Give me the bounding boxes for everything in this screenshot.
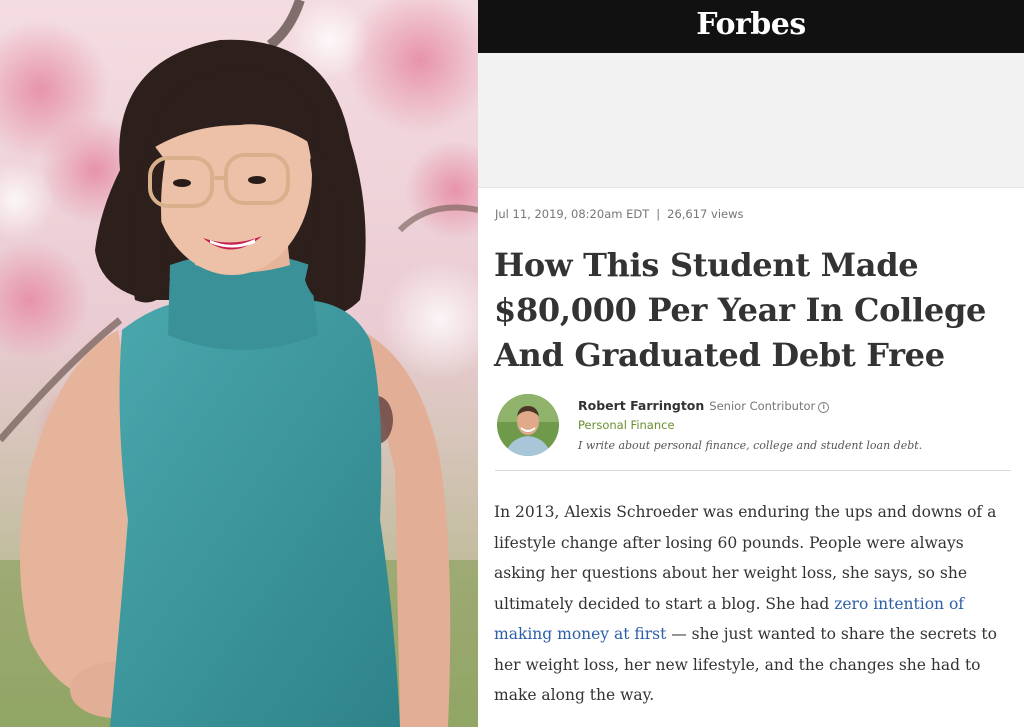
masthead: Forbes — [478, 0, 1024, 53]
author-role: Senior Contributor — [709, 399, 816, 413]
article-paragraph: In 2013, Alexis Schroeder was enduring t… — [494, 497, 1019, 711]
meta-separator: | — [656, 207, 661, 221]
author-byline: Robert Farrington Senior Contributor i — [578, 398, 830, 413]
author-avatar[interactable] — [497, 394, 559, 456]
feature-photo — [0, 0, 478, 727]
article-pane: Forbes Jul 11, 2019, 08:20am EDT | 26,617 … — [478, 0, 1024, 727]
byline-divider — [495, 470, 1011, 471]
forbes-logo[interactable]: Forbes — [478, 5, 1024, 45]
author-name[interactable]: Robert Farrington — [578, 398, 704, 413]
article-meta: Jul 11, 2019, 08:20am EDT | 26,617 views — [495, 207, 744, 221]
ad-placeholder — [478, 53, 1024, 188]
author-topic-link[interactable]: Personal Finance — [578, 418, 675, 432]
author-bio: I write about personal finance, college … — [578, 439, 923, 452]
info-circle-icon[interactable]: i — [818, 402, 830, 413]
view-count: 26,617 views — [667, 207, 744, 221]
publish-date: Jul 11, 2019, 08:20am EDT — [495, 207, 650, 221]
article-headline: How This Student Made $80,000 Per Year I… — [494, 246, 987, 374]
